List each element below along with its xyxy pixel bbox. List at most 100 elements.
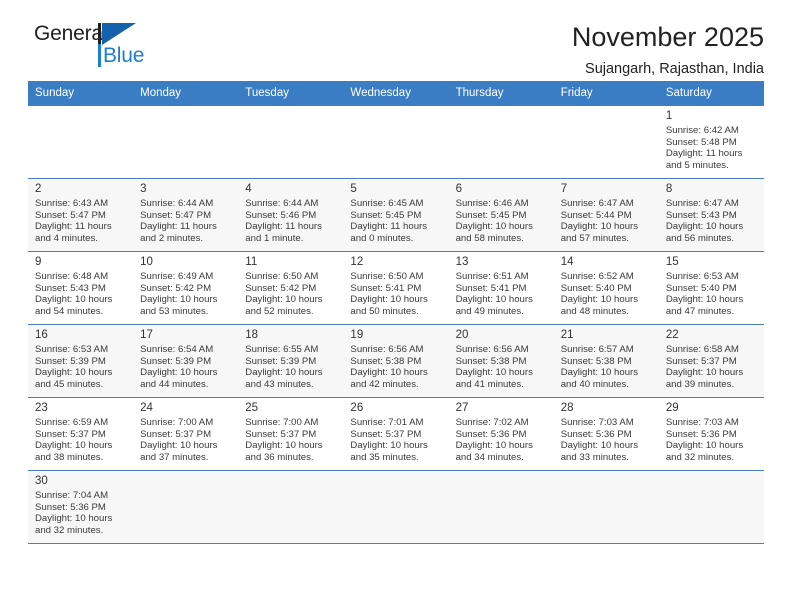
- day-number: 23: [35, 402, 48, 414]
- day-cell[interactable]: 27 Sunrise: 7:02 AM Sunset: 5:36 PM Dayl…: [448, 397, 554, 471]
- day-number: 21: [560, 329, 574, 341]
- day-number: 18: [245, 329, 259, 341]
- logo-text-general: General: [34, 22, 108, 45]
- calendar-page: General Blue November 2025 Sujangarh, Ra…: [0, 0, 792, 612]
- day-number: 16: [35, 329, 48, 341]
- day-cell-empty: [133, 470, 239, 544]
- sunrise-sunset-calendar: Sunday Monday Tuesday Wednesday Thursday…: [28, 81, 764, 544]
- day-cell[interactable]: 9 Sunrise: 6:48 AM Sunset: 5:43 PM Dayli…: [28, 251, 134, 325]
- calendar-week-row: 23 Sunrise: 6:59 AM Sunset: 5:37 PM Dayl…: [28, 397, 764, 471]
- day-sun-info: Sunrise: 7:02 AM Sunset: 5:36 PM Dayligh…: [455, 417, 533, 464]
- day-number: 17: [140, 329, 153, 341]
- day-cell[interactable]: 29 Sunrise: 7:03 AM Sunset: 5:36 PM Dayl…: [658, 397, 764, 471]
- day-sun-info: Sunrise: 7:01 AM Sunset: 5:37 PM Dayligh…: [350, 417, 428, 464]
- logo-flag-icon: [102, 23, 136, 45]
- day-sun-info: Sunrise: 6:53 AM Sunset: 5:40 PM Dayligh…: [665, 271, 744, 318]
- day-cell[interactable]: 1 Sunrise: 6:42 AM Sunset: 5:48 PM Dayli…: [658, 105, 764, 179]
- day-number: 3: [140, 183, 147, 195]
- day-cell[interactable]: 2 Sunrise: 6:43 AM Sunset: 5:47 PM Dayli…: [28, 178, 134, 252]
- day-cell[interactable]: 17 Sunrise: 6:54 AM Sunset: 5:39 PM Dayl…: [133, 324, 239, 398]
- day-cell[interactable]: 7 Sunrise: 6:47 AM Sunset: 5:44 PM Dayli…: [553, 178, 659, 252]
- weekday-header-thursday: Thursday: [448, 81, 554, 106]
- day-number: 8: [665, 183, 673, 195]
- day-sun-info: Sunrise: 7:00 AM Sunset: 5:37 PM Dayligh…: [140, 417, 218, 464]
- day-cell[interactable]: 19 Sunrise: 6:56 AM Sunset: 5:38 PM Dayl…: [343, 324, 449, 398]
- day-sun-info: Sunrise: 6:56 AM Sunset: 5:38 PM Dayligh…: [350, 344, 428, 391]
- day-cell-empty: [28, 105, 134, 179]
- general-blue-logo[interactable]: General Blue: [34, 22, 144, 70]
- day-cell-empty: [658, 470, 764, 544]
- day-cell[interactable]: 25 Sunrise: 7:00 AM Sunset: 5:37 PM Dayl…: [238, 397, 344, 471]
- day-sun-info: Sunrise: 6:45 AM Sunset: 5:45 PM Dayligh…: [350, 198, 428, 245]
- weekday-header-sunday: Sunday: [28, 81, 134, 106]
- day-sun-info: Sunrise: 6:57 AM Sunset: 5:38 PM Dayligh…: [560, 344, 639, 391]
- day-number: 26: [350, 402, 364, 414]
- day-number: 9: [35, 256, 42, 268]
- day-cell[interactable]: 28 Sunrise: 7:03 AM Sunset: 5:36 PM Dayl…: [553, 397, 659, 471]
- day-cell[interactable]: 16 Sunrise: 6:53 AM Sunset: 5:39 PM Dayl…: [28, 324, 134, 398]
- weekday-header-friday: Friday: [553, 81, 659, 106]
- day-sun-info: Sunrise: 6:52 AM Sunset: 5:40 PM Dayligh…: [560, 271, 639, 318]
- day-cell[interactable]: 30 Sunrise: 7:04 AM Sunset: 5:36 PM Dayl…: [28, 470, 134, 544]
- day-cell[interactable]: 13 Sunrise: 6:51 AM Sunset: 5:41 PM Dayl…: [448, 251, 554, 325]
- day-sun-info: Sunrise: 7:03 AM Sunset: 5:36 PM Dayligh…: [665, 417, 744, 464]
- page-header: General Blue November 2025 Sujangarh, Ra…: [28, 0, 764, 77]
- day-number: 4: [245, 183, 252, 195]
- day-sun-info: Sunrise: 6:53 AM Sunset: 5:39 PM Dayligh…: [35, 344, 113, 391]
- day-cell[interactable]: 5 Sunrise: 6:45 AM Sunset: 5:45 PM Dayli…: [343, 178, 449, 252]
- day-number: 2: [35, 183, 42, 195]
- day-cell[interactable]: 11 Sunrise: 6:50 AM Sunset: 5:42 PM Dayl…: [238, 251, 344, 325]
- day-cell[interactable]: 15 Sunrise: 6:53 AM Sunset: 5:40 PM Dayl…: [658, 251, 764, 325]
- day-sun-info: Sunrise: 6:56 AM Sunset: 5:38 PM Dayligh…: [455, 344, 533, 391]
- calendar-body: 1 Sunrise: 6:42 AM Sunset: 5:48 PM Dayli…: [28, 105, 764, 544]
- day-cell[interactable]: 6 Sunrise: 6:46 AM Sunset: 5:45 PM Dayli…: [448, 178, 554, 252]
- day-number: 24: [140, 402, 153, 414]
- day-sun-info: Sunrise: 6:50 AM Sunset: 5:42 PM Dayligh…: [245, 271, 323, 318]
- day-sun-info: Sunrise: 7:00 AM Sunset: 5:37 PM Dayligh…: [245, 417, 323, 464]
- day-cell[interactable]: 23 Sunrise: 6:59 AM Sunset: 5:37 PM Dayl…: [28, 397, 134, 471]
- day-cell-empty: [553, 105, 659, 179]
- day-cell[interactable]: 10 Sunrise: 6:49 AM Sunset: 5:42 PM Dayl…: [133, 251, 239, 325]
- title-block: November 2025 Sujangarh, Rajasthan, Indi…: [572, 22, 764, 79]
- day-sun-info: Sunrise: 6:44 AM Sunset: 5:47 PM Dayligh…: [140, 198, 217, 245]
- day-number: 11: [245, 256, 258, 268]
- day-cell[interactable]: 20 Sunrise: 6:56 AM Sunset: 5:38 PM Dayl…: [448, 324, 554, 398]
- weekday-header-tuesday: Tuesday: [238, 81, 344, 106]
- day-sun-info: Sunrise: 6:59 AM Sunset: 5:37 PM Dayligh…: [35, 417, 113, 464]
- day-cell[interactable]: 12 Sunrise: 6:50 AM Sunset: 5:41 PM Dayl…: [343, 251, 449, 325]
- day-sun-info: Sunrise: 6:49 AM Sunset: 5:42 PM Dayligh…: [140, 271, 218, 318]
- calendar-week-row: 30 Sunrise: 7:04 AM Sunset: 5:36 PM Dayl…: [28, 470, 764, 544]
- day-number: 10: [140, 256, 153, 268]
- day-sun-info: Sunrise: 6:54 AM Sunset: 5:39 PM Dayligh…: [140, 344, 218, 391]
- day-cell[interactable]: 26 Sunrise: 7:01 AM Sunset: 5:37 PM Dayl…: [343, 397, 449, 471]
- day-number: 7: [560, 183, 568, 195]
- day-cell-empty: [448, 105, 554, 179]
- logo-divider-bar-blue: [98, 44, 101, 67]
- day-number: 20: [455, 329, 469, 341]
- day-cell[interactable]: 21 Sunrise: 6:57 AM Sunset: 5:38 PM Dayl…: [553, 324, 659, 398]
- day-cell-empty: [343, 105, 449, 179]
- day-number: 13: [455, 256, 469, 268]
- day-cell-empty: [343, 470, 449, 544]
- page-title: November 2025: [571, 22, 764, 52]
- day-cell[interactable]: 22 Sunrise: 6:58 AM Sunset: 5:37 PM Dayl…: [658, 324, 764, 398]
- calendar-week-row: 2 Sunrise: 6:43 AM Sunset: 5:47 PM Dayli…: [28, 178, 764, 252]
- calendar-week-row: 9 Sunrise: 6:48 AM Sunset: 5:43 PM Dayli…: [28, 251, 764, 325]
- day-cell[interactable]: 18 Sunrise: 6:55 AM Sunset: 5:39 PM Dayl…: [238, 324, 344, 398]
- day-number: 6: [455, 183, 462, 195]
- day-cell[interactable]: 4 Sunrise: 6:44 AM Sunset: 5:46 PM Dayli…: [238, 178, 344, 252]
- day-sun-info: Sunrise: 6:44 AM Sunset: 5:46 PM Dayligh…: [245, 198, 322, 245]
- day-cell[interactable]: 24 Sunrise: 7:00 AM Sunset: 5:37 PM Dayl…: [133, 397, 239, 471]
- weekday-header-monday: Monday: [133, 81, 239, 106]
- day-cell[interactable]: 3 Sunrise: 6:44 AM Sunset: 5:47 PM Dayli…: [133, 178, 239, 252]
- day-number: 12: [350, 256, 364, 268]
- day-cell-empty: [448, 470, 554, 544]
- day-sun-info: Sunrise: 6:58 AM Sunset: 5:37 PM Dayligh…: [665, 344, 744, 391]
- day-cell[interactable]: 14 Sunrise: 6:52 AM Sunset: 5:40 PM Dayl…: [553, 251, 659, 325]
- day-number: 27: [455, 402, 469, 414]
- day-number: 19: [350, 329, 364, 341]
- calendar-week-row: 1 Sunrise: 6:42 AM Sunset: 5:48 PM Dayli…: [28, 105, 764, 179]
- day-number: 25: [245, 402, 259, 414]
- page-subtitle: Sujangarh, Rajasthan, India: [585, 61, 764, 77]
- day-cell[interactable]: 8 Sunrise: 6:47 AM Sunset: 5:43 PM Dayli…: [658, 178, 764, 252]
